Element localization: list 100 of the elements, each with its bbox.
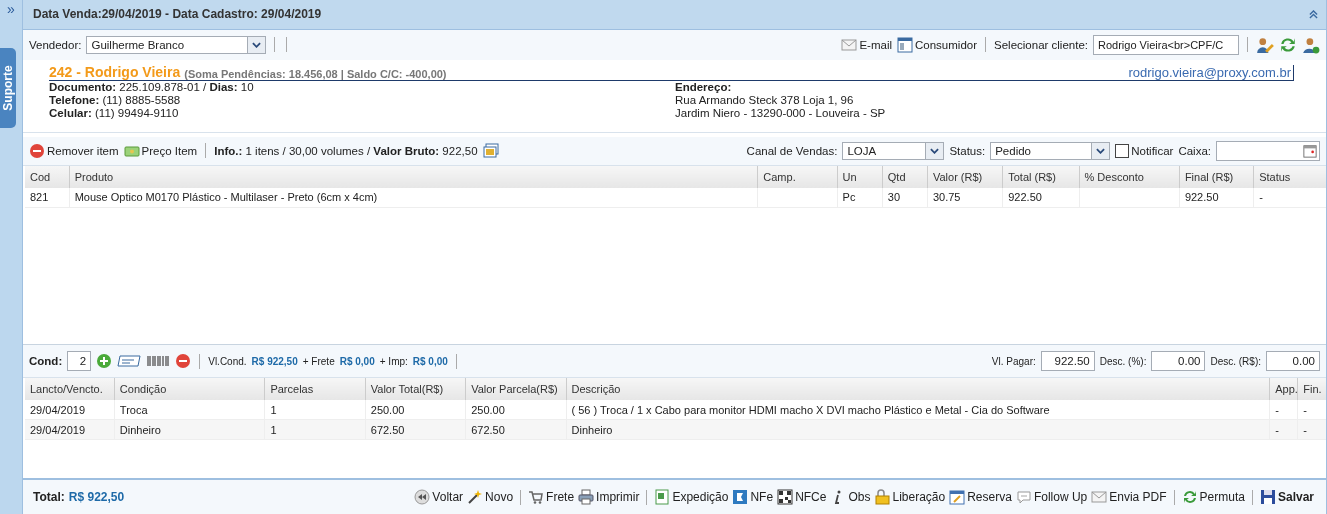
table-cell: 30	[882, 187, 928, 208]
footer-button[interactable]: Novo	[467, 489, 514, 506]
cart-icon	[528, 489, 545, 506]
magic-wand-icon	[467, 489, 484, 506]
footer-button[interactable]: Follow Up	[1015, 489, 1088, 506]
user-edit-icon[interactable]	[1256, 35, 1274, 54]
mail-icon	[1091, 489, 1108, 506]
footer-button[interactable]: NFe	[732, 489, 774, 506]
email-button[interactable]: E-mail	[841, 36, 892, 53]
footer-button[interactable]: Reserva	[949, 489, 1012, 506]
column-header[interactable]: Status	[1253, 165, 1326, 188]
amount-field[interactable]: 0.00	[1266, 351, 1320, 372]
column-header[interactable]: Qtd	[882, 165, 928, 188]
vendedor-select[interactable]: Guilherme Branco	[86, 35, 267, 54]
status-select[interactable]: Pedido	[990, 141, 1111, 160]
table-cell: -	[1253, 187, 1326, 208]
items-info: Info.: 1 itens / 30,00 volumes / Valor Bruto: 922,50	[214, 144, 478, 157]
total-label: Total:	[33, 490, 65, 505]
total-label: + Imp:	[379, 355, 408, 367]
toolbar-button[interactable]: Remover item	[29, 142, 119, 159]
table-cell: 250.00	[465, 400, 566, 420]
footer-button[interactable]: Imprimir	[578, 489, 640, 506]
total-value: R$ 0,00	[412, 355, 448, 367]
client-detail: Celular: (11) 99494-9110	[49, 106, 180, 120]
footer-button[interactable]: Salvar	[1259, 489, 1314, 506]
column-header[interactable]: Camp.	[757, 165, 838, 188]
footer-button[interactable]: NFCe	[777, 489, 827, 506]
toolbar-button[interactable]: Preço Item	[123, 142, 198, 159]
refresh-icon[interactable]	[1279, 35, 1297, 54]
column-header[interactable]: % Desconto	[1079, 165, 1180, 188]
footer-button[interactable]: Envia PDF	[1091, 489, 1167, 506]
client-field[interactable]: Rodrigo Vieira<br>CPF/C	[1093, 34, 1239, 55]
client-email[interactable]: rodrigo.vieira@proxy.com.br	[1128, 64, 1294, 80]
column-header[interactable]: Lancto/Vencto.	[25, 378, 115, 401]
footer-button[interactable]: Permuta	[1181, 489, 1245, 506]
support-tab[interactable]: Suporte	[0, 48, 16, 128]
column-header[interactable]: Un	[837, 165, 883, 188]
column-header[interactable]: Total (R$)	[1002, 165, 1079, 188]
field-label: Desc. (R$):	[1210, 355, 1261, 367]
caret-icon	[1096, 147, 1106, 154]
printer-icon	[578, 489, 595, 506]
column-header[interactable]: Produto	[69, 165, 758, 188]
table-cell: 1	[264, 400, 366, 420]
channel-select[interactable]: LOJA	[842, 141, 945, 160]
image-icon[interactable]	[482, 142, 499, 159]
table-cell: 250.00	[365, 400, 466, 420]
total-value: R$ 0,00	[339, 355, 375, 367]
cond-field[interactable]: 2	[67, 351, 92, 372]
table-cell: 29/04/2019	[25, 400, 115, 420]
remove-icon	[29, 142, 45, 159]
footer-button[interactable]: Expedição	[654, 489, 729, 506]
notify-checkbox[interactable]	[1115, 143, 1130, 158]
expand-toggle[interactable]: »	[7, 1, 15, 17]
column-header[interactable]: Valor Total(R$)	[365, 378, 466, 401]
cash-field[interactable]	[1216, 140, 1320, 161]
footer-button[interactable]: Obs	[830, 489, 871, 506]
address-label: Endereço:	[675, 80, 733, 94]
address-line: Jardim Niero - 13290-000 - Louveira - SP	[675, 106, 887, 120]
column-header[interactable]: Valor Parcela(R$)	[465, 378, 566, 401]
table-cell: 30.75	[927, 187, 1003, 208]
user-add-icon[interactable]	[1302, 35, 1320, 54]
table-cell: ( 56 ) Troca / 1 x Cabo para monitor HDMI macho X DVI macho Plástico e Metal - Cia do Software	[566, 400, 1270, 420]
column-header[interactable]: Condição	[114, 378, 265, 401]
table-cell: Pc	[837, 187, 883, 208]
consumer-button[interactable]: Consumidor	[897, 36, 977, 53]
footer-button[interactable]: Voltar	[414, 489, 464, 506]
collapse-icon[interactable]	[1309, 9, 1318, 19]
client-name: 242 - Rodrigo Vieira	[49, 63, 181, 80]
amount-field[interactable]: 922.50	[1040, 351, 1095, 372]
footer-button[interactable]: Liberação	[874, 489, 946, 506]
add-icon[interactable]	[96, 353, 113, 370]
table-cell: 1	[264, 419, 366, 440]
field-label: Vl. Pagar:	[991, 355, 1036, 367]
panel-title: Data Venda:29/04/2019 - Data Cadastro: 29/04/2019	[33, 7, 322, 22]
amount-field[interactable]: 0.00	[1151, 351, 1206, 372]
qr-code-icon	[777, 489, 794, 506]
calendar-icon	[1303, 143, 1317, 158]
table-cell: -	[1269, 400, 1298, 420]
save-icon	[1259, 489, 1276, 506]
column-header[interactable]: Valor (R$)	[927, 165, 1003, 188]
table-cell: 672.50	[465, 419, 566, 440]
table-cell: -	[1269, 419, 1298, 440]
window-icon	[897, 36, 913, 53]
remove-icon[interactable]	[175, 353, 192, 370]
field-label: Desc. (%):	[1099, 355, 1147, 367]
footer-button[interactable]: Frete	[528, 489, 575, 506]
total-value: R$ 922,50	[68, 490, 125, 505]
column-header[interactable]: Parcelas	[264, 378, 366, 401]
table-cell: 29/04/2019	[25, 419, 115, 440]
total-label: + Frete	[302, 355, 335, 367]
client-label: Selecionar cliente:	[994, 38, 1088, 51]
caret-icon	[252, 41, 262, 48]
table-cell: Troca	[114, 400, 265, 420]
table-cell: 821	[25, 187, 70, 208]
address-line: Rua Armando Steck 378 Loja 1, 96	[675, 93, 855, 107]
column-header[interactable]: Descrição	[566, 378, 1270, 401]
column-header[interactable]: Cod	[25, 165, 70, 188]
column-header[interactable]: App.	[1269, 378, 1298, 401]
column-header[interactable]: Final (R$)	[1179, 165, 1254, 188]
column-header[interactable]: Fin.	[1297, 378, 1326, 401]
